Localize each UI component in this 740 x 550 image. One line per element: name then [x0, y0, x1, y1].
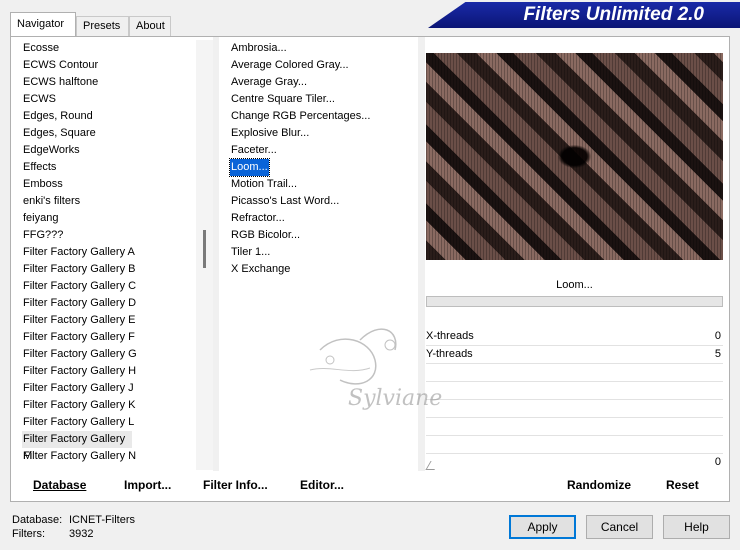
category-item[interactable]: ECWS — [22, 91, 196, 108]
filter-item[interactable]: Loom... — [229, 158, 270, 177]
category-item[interactable]: Filter Factory Gallery M — [22, 431, 132, 462]
category-item[interactable]: Filter Factory Gallery K — [22, 397, 196, 414]
filter-item[interactable]: Centre Square Tiler... — [230, 91, 336, 108]
preview-texture — [426, 53, 723, 260]
category-item[interactable]: Edges, Round — [22, 108, 196, 125]
tab-navigator[interactable]: Navigator — [10, 12, 76, 36]
filter-item[interactable]: X Exchange — [230, 261, 291, 278]
category-item[interactable]: Filter Factory Gallery G — [22, 346, 196, 363]
parameter-list: X-threads 0 Y-threads 5 0 — [426, 328, 723, 472]
category-item[interactable]: FFG??? — [22, 227, 196, 244]
filter-item[interactable]: Faceter... — [230, 142, 278, 159]
editor-label: Editor... — [300, 478, 345, 492]
filter-info-button[interactable]: Filter Info... — [199, 471, 272, 499]
param-row-empty — [426, 364, 723, 382]
randomize-label: Randomize — [567, 478, 632, 492]
filter-item[interactable]: Motion Trail... — [230, 176, 298, 193]
param-row-empty — [426, 400, 723, 418]
category-item[interactable]: Filter Factory Gallery C — [22, 278, 196, 295]
database-status-value: ICNET-Filters — [69, 514, 135, 526]
editor-button[interactable]: Editor... — [296, 471, 348, 499]
param-value[interactable]: 0 — [715, 328, 721, 345]
import-button[interactable]: Import... — [120, 471, 175, 499]
category-item[interactable]: ECWS halftone — [22, 74, 196, 91]
tab-about[interactable]: About — [129, 16, 171, 36]
param-row-y-threads[interactable]: Y-threads 5 — [426, 346, 723, 364]
param-row-empty — [426, 436, 723, 454]
param-row-empty — [426, 418, 723, 436]
reset-label: Reset — [666, 478, 699, 492]
category-item[interactable]: Filter Factory Gallery N — [22, 448, 196, 465]
filter-info-label: Filter Info... — [203, 478, 268, 492]
app-banner: Filters Unlimited 2.0 — [428, 2, 740, 28]
filters-status-label: Filters: — [12, 528, 45, 540]
category-item[interactable]: ECWS Contour — [22, 57, 196, 74]
reset-button[interactable]: Reset — [662, 471, 703, 499]
category-item[interactable]: Filter Factory Gallery L — [22, 414, 196, 431]
category-item[interactable]: Filter Factory Gallery J — [22, 380, 196, 397]
category-item[interactable]: Emboss — [22, 176, 196, 193]
category-item[interactable]: Effects — [22, 159, 196, 176]
filter-item[interactable]: Refractor... — [230, 210, 286, 227]
filter-item[interactable]: Explosive Blur... — [230, 125, 310, 142]
filter-item[interactable]: RGB Bicolor... — [230, 227, 301, 244]
category-item[interactable]: Filter Factory Gallery F — [22, 329, 196, 346]
param-value[interactable]: 5 — [715, 346, 721, 363]
database-button[interactable]: Database — [29, 471, 90, 499]
category-item[interactable]: Filter Factory Gallery A — [22, 244, 196, 261]
category-item[interactable]: enki's filters — [22, 193, 196, 210]
watermark-logo: Sylviane — [309, 328, 442, 411]
database-status-label: Database: — [12, 514, 63, 526]
toolbar: Database Import... Filter Info... Editor… — [12, 471, 723, 499]
category-item[interactable]: EdgeWorks — [22, 142, 196, 159]
category-item[interactable]: feiyang — [22, 210, 196, 227]
import-label: Import... — [124, 478, 172, 492]
filter-item[interactable]: Ambrosia... — [230, 40, 288, 57]
scroll-thumb[interactable] — [203, 230, 206, 268]
filter-item[interactable]: Picasso's Last Word... — [230, 193, 340, 210]
category-item[interactable]: Filter Factory Gallery H — [22, 363, 196, 380]
filter-name: Loom... — [556, 279, 593, 291]
status-area: Database: ICNET-Filters Filters: 3932 — [12, 513, 135, 541]
category-item[interactable]: Filter Factory Gallery B — [22, 261, 196, 278]
category-list[interactable]: Ecosse ECWS Contour ECWS halftone ECWS Edges… — [22, 40, 196, 470]
apply-button[interactable]: Apply — [509, 515, 576, 539]
param-row-empty — [426, 382, 723, 400]
param-value[interactable]: 0 — [715, 454, 721, 471]
cancel-button[interactable]: Cancel — [586, 515, 653, 539]
filter-item[interactable]: Average Colored Gray... — [230, 57, 350, 74]
progress-bar — [426, 296, 723, 307]
filter-item[interactable]: Change RGB Percentages... — [230, 108, 371, 125]
filter-item[interactable]: Average Gray... — [230, 74, 308, 91]
param-row-extra[interactable]: 0 — [426, 454, 723, 472]
filter-item[interactable]: Tiler 1... — [230, 244, 271, 261]
help-button[interactable]: Help — [663, 515, 730, 539]
category-item[interactable]: Filter Factory Gallery E — [22, 312, 196, 329]
watermark-text: Sylviane — [348, 386, 442, 411]
randomize-button[interactable]: Randomize — [563, 471, 635, 499]
category-item[interactable]: Ecosse — [22, 40, 196, 57]
category-item[interactable]: Edges, Square — [22, 125, 196, 142]
param-row-x-threads[interactable]: X-threads 0 — [426, 328, 723, 346]
tab-presets[interactable]: Presets — [76, 16, 129, 36]
divider — [213, 37, 219, 471]
category-item[interactable]: Filter Factory Gallery D — [22, 295, 196, 312]
filters-status-value: 3932 — [69, 528, 94, 540]
database-label: Database — [33, 478, 87, 492]
category-scrollbar[interactable] — [196, 40, 213, 470]
